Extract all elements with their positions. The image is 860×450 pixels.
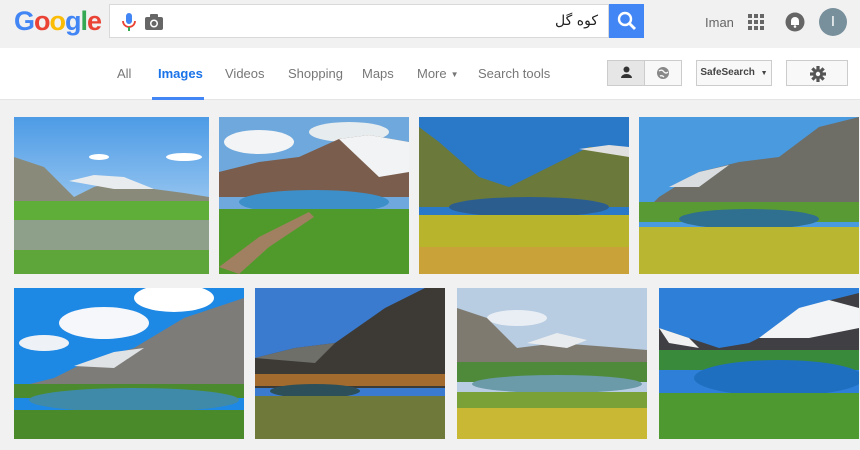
tab-more-label: More xyxy=(417,66,447,81)
image-result[interactable] xyxy=(419,117,629,274)
caret-down-icon: ▼ xyxy=(450,70,459,80)
image-result[interactable] xyxy=(255,288,445,439)
notifications-bell-icon[interactable] xyxy=(785,12,805,32)
person-icon xyxy=(621,66,632,78)
landscape-thumbnail xyxy=(457,288,647,439)
image-result[interactable] xyxy=(639,117,859,274)
landscape-thumbnail xyxy=(255,288,445,439)
tab-more[interactable]: More ▼ xyxy=(417,66,459,81)
user-name[interactable]: Iman xyxy=(705,15,734,30)
apps-grid-icon[interactable] xyxy=(748,14,764,30)
globe-icon xyxy=(657,67,669,79)
active-tab-indicator xyxy=(152,97,204,100)
tab-images[interactable]: Images xyxy=(158,66,203,81)
tab-videos[interactable]: Videos xyxy=(225,66,265,81)
landscape-thumbnail xyxy=(14,288,244,439)
safesearch-dropdown[interactable]: SafeSearch ▼ xyxy=(696,60,772,86)
personal-results-toggle[interactable] xyxy=(608,61,645,85)
search-query-text: کوه گل xyxy=(555,13,598,29)
camera-icon[interactable] xyxy=(144,13,164,31)
search-tabs-bar: All Images Videos Shopping Maps More ▼ Se… xyxy=(0,48,860,100)
landscape-thumbnail xyxy=(659,288,859,439)
landscape-thumbnail xyxy=(219,117,409,274)
tab-all[interactable]: All xyxy=(117,66,131,81)
gear-icon xyxy=(810,66,826,82)
tab-search-tools[interactable]: Search tools xyxy=(478,66,550,81)
landscape-thumbnail xyxy=(639,117,859,274)
logo-letter-o2: o xyxy=(49,6,66,36)
image-result[interactable] xyxy=(14,288,244,439)
image-result[interactable] xyxy=(219,117,409,274)
image-result[interactable] xyxy=(659,288,859,439)
logo-letter-g2: g xyxy=(65,6,81,36)
top-bar: Google کوه گل Iman I xyxy=(0,0,860,48)
search-input[interactable]: کوه گل xyxy=(109,4,609,38)
image-result[interactable] xyxy=(457,288,647,439)
avatar[interactable]: I xyxy=(819,8,847,36)
landscape-thumbnail xyxy=(419,117,629,274)
caret-down-icon: ▼ xyxy=(760,70,768,77)
logo-letter-e: e xyxy=(87,6,102,36)
tab-shopping[interactable]: Shopping xyxy=(288,66,343,81)
logo-letter-g: G xyxy=(14,6,35,36)
microphone-icon[interactable] xyxy=(120,12,138,32)
search-button[interactable] xyxy=(609,4,644,38)
image-result[interactable] xyxy=(14,117,209,274)
global-results-toggle[interactable] xyxy=(645,61,681,85)
tab-maps[interactable]: Maps xyxy=(362,66,394,81)
search-icon xyxy=(617,11,636,30)
safesearch-label: SafeSearch xyxy=(700,67,755,78)
landscape-thumbnail xyxy=(14,117,209,274)
google-logo[interactable]: Google xyxy=(14,6,102,37)
view-toggle xyxy=(607,60,682,86)
settings-button[interactable] xyxy=(786,60,848,86)
logo-letter-o1: o xyxy=(34,6,50,36)
